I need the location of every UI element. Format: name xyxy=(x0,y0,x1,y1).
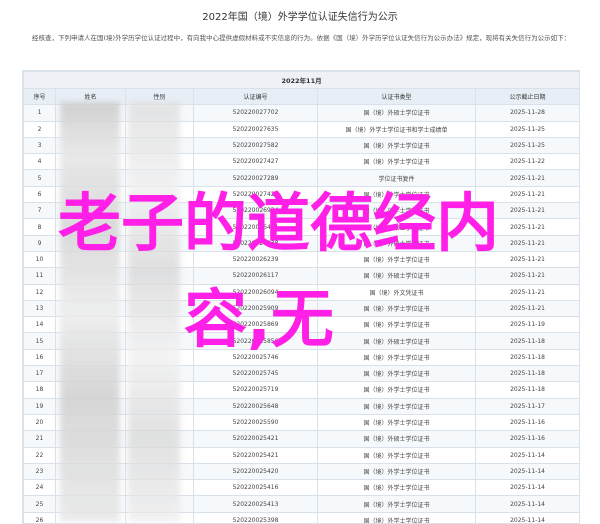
table-cell: 520220025416 xyxy=(193,479,318,497)
table-cell: 2025-11-18 xyxy=(474,365,579,383)
table-cell: 21 xyxy=(23,430,56,448)
table-cell: 520220025421 xyxy=(193,430,318,448)
table-cell: 520220025719 xyxy=(193,381,318,399)
table-cell: 2025-11-14 xyxy=(474,479,579,497)
table-cell: 2025-11-14 xyxy=(474,446,579,464)
table-cell: 520220027289 xyxy=(193,169,318,187)
table-cell: 国（境）外学士学位证书 xyxy=(317,446,476,464)
table-cell: 2025-11-18 xyxy=(474,381,579,399)
gender-column-blur xyxy=(128,102,180,522)
column-header: 认证编号 xyxy=(193,87,318,106)
table-cell: 520220025590 xyxy=(193,413,318,432)
table-cell: 国（境）外硕士学位证书 xyxy=(317,104,476,122)
table-cell: 2025-11-22 xyxy=(474,153,579,171)
name-column-blur xyxy=(60,102,120,522)
table-cell: 520220025398 xyxy=(193,511,318,523)
table-cell: 国（境）外硕士学位证书 xyxy=(317,332,476,350)
table-cell: 16 xyxy=(23,348,56,367)
table-cell: 国（境）外学士学位证书 xyxy=(317,365,476,383)
table-cell: 22 xyxy=(23,446,56,464)
table-cell: 2025-11-14 xyxy=(474,462,579,481)
table-cell: 11 xyxy=(23,267,56,285)
table-cell: 2025-11-18 xyxy=(474,332,579,350)
table-caption: 2022年11月 xyxy=(23,71,579,89)
intro-paragraph: 经核查，下列申请人在国(境)外学历学位认证过程中，有向我中心提供虚假材料或不实信… xyxy=(32,34,571,42)
table-cell: 26 xyxy=(23,511,56,523)
table-cell: 2025-11-21 xyxy=(474,299,579,318)
table-cell: 18 xyxy=(23,381,56,399)
table-cell: 2025-11-21 xyxy=(474,267,579,285)
table-cell: 国（境）外学士学位证书 xyxy=(317,495,476,513)
overlay-text-line-2: 容,无 xyxy=(184,283,334,356)
table-cell: 520220025745 xyxy=(193,365,318,383)
table-cell: 2025-11-14 xyxy=(474,511,579,523)
table-cell: 国（境）外学士学位证书 xyxy=(317,381,476,399)
table-cell: 13 xyxy=(23,299,56,318)
table-cell: 10 xyxy=(23,250,56,269)
table-cell: 2025-11-18 xyxy=(474,348,579,367)
table-cell: 520220026117 xyxy=(193,267,318,285)
page-title: 2022年国（境）外学学位认证失信行为公示 xyxy=(202,12,398,23)
column-header: 认证书类型 xyxy=(317,87,476,106)
table-cell: 24 xyxy=(23,479,56,497)
table-cell: 2025-11-17 xyxy=(474,397,579,415)
table-cell: 12 xyxy=(23,283,56,301)
table-cell: 23 xyxy=(23,462,56,481)
table-cell: 15 xyxy=(23,332,56,350)
table-cell: 14 xyxy=(23,316,56,334)
table-cell: 2025-11-14 xyxy=(474,495,579,513)
table-cell: 2025-11-19 xyxy=(474,316,579,334)
table-cell: 520220027427 xyxy=(193,153,318,171)
table-cell: 国（境）外学士学位证书 xyxy=(317,462,476,481)
table-cell: 2025-11-16 xyxy=(474,413,579,432)
table-cell: 国（境）外学士学位证书 xyxy=(317,299,476,318)
table-cell: 2025-11-21 xyxy=(474,283,579,301)
table-cell: 国（境）外学士学位证书 xyxy=(317,153,476,171)
table-cell: 国（境）外学士学位证书 xyxy=(317,316,476,334)
table-cell: 国（境）外文凭证书 xyxy=(317,283,476,301)
table-cell: 1 xyxy=(23,104,56,122)
table-cell: 国（境）外学士学位证书 xyxy=(317,397,476,415)
table-cell: 520220025413 xyxy=(193,495,318,513)
table-cell: 520220027702 xyxy=(193,104,318,122)
column-header: 序号 xyxy=(23,87,56,106)
table-cell: 2025-11-25 xyxy=(474,136,579,155)
table-cell: 520220025648 xyxy=(193,397,318,415)
table-cell: 国（境）外学士学位证书 xyxy=(317,136,476,155)
table-cell: 20 xyxy=(23,413,56,432)
table-cell: 2025-11-28 xyxy=(474,104,579,122)
table-cell: 2025-11-21 xyxy=(474,169,579,187)
table-cell: 4 xyxy=(23,153,56,171)
table-cell: 国（境）外硕士学位证书 xyxy=(317,267,476,285)
table-cell: 2 xyxy=(23,120,56,138)
table-cell: 国（境）外学士学位证书 xyxy=(317,511,476,523)
table-cell: 25 xyxy=(23,495,56,513)
table-cell: 2025-11-25 xyxy=(474,120,579,138)
table-cell: 学位证书复件 xyxy=(317,169,476,187)
table-cell: 国（境）外硕士学位证书 xyxy=(317,430,476,448)
table-cell: 国（境）外学士学位证书 xyxy=(317,348,476,367)
table-cell: 国（境）外学士学位证书和学士成绩单 xyxy=(317,120,476,138)
table-cell: 9 xyxy=(23,234,56,252)
table-cell: 520220027582 xyxy=(193,136,318,155)
column-header: 公示截止日期 xyxy=(474,87,579,106)
table-cell: 3 xyxy=(23,136,56,155)
table-cell: 6 xyxy=(23,185,56,204)
table-cell: 8 xyxy=(23,218,56,236)
table-cell: 520220025420 xyxy=(193,462,318,481)
table-cell: 国（境）外学士学位证书 xyxy=(317,479,476,497)
table-cell: 520220025421 xyxy=(193,446,318,464)
table-cell: 国（境）外学士学位证书 xyxy=(317,413,476,432)
table-cell: 2025-11-16 xyxy=(474,430,579,448)
table-cell: 7 xyxy=(23,202,56,220)
table-cell: 19 xyxy=(23,397,56,415)
table-cell: 17 xyxy=(23,365,56,383)
table-cell: 520220027635 xyxy=(193,120,318,138)
overlay-text-line-1: 老子的道德经内 xyxy=(58,187,499,260)
table-cell: 5 xyxy=(23,169,56,187)
